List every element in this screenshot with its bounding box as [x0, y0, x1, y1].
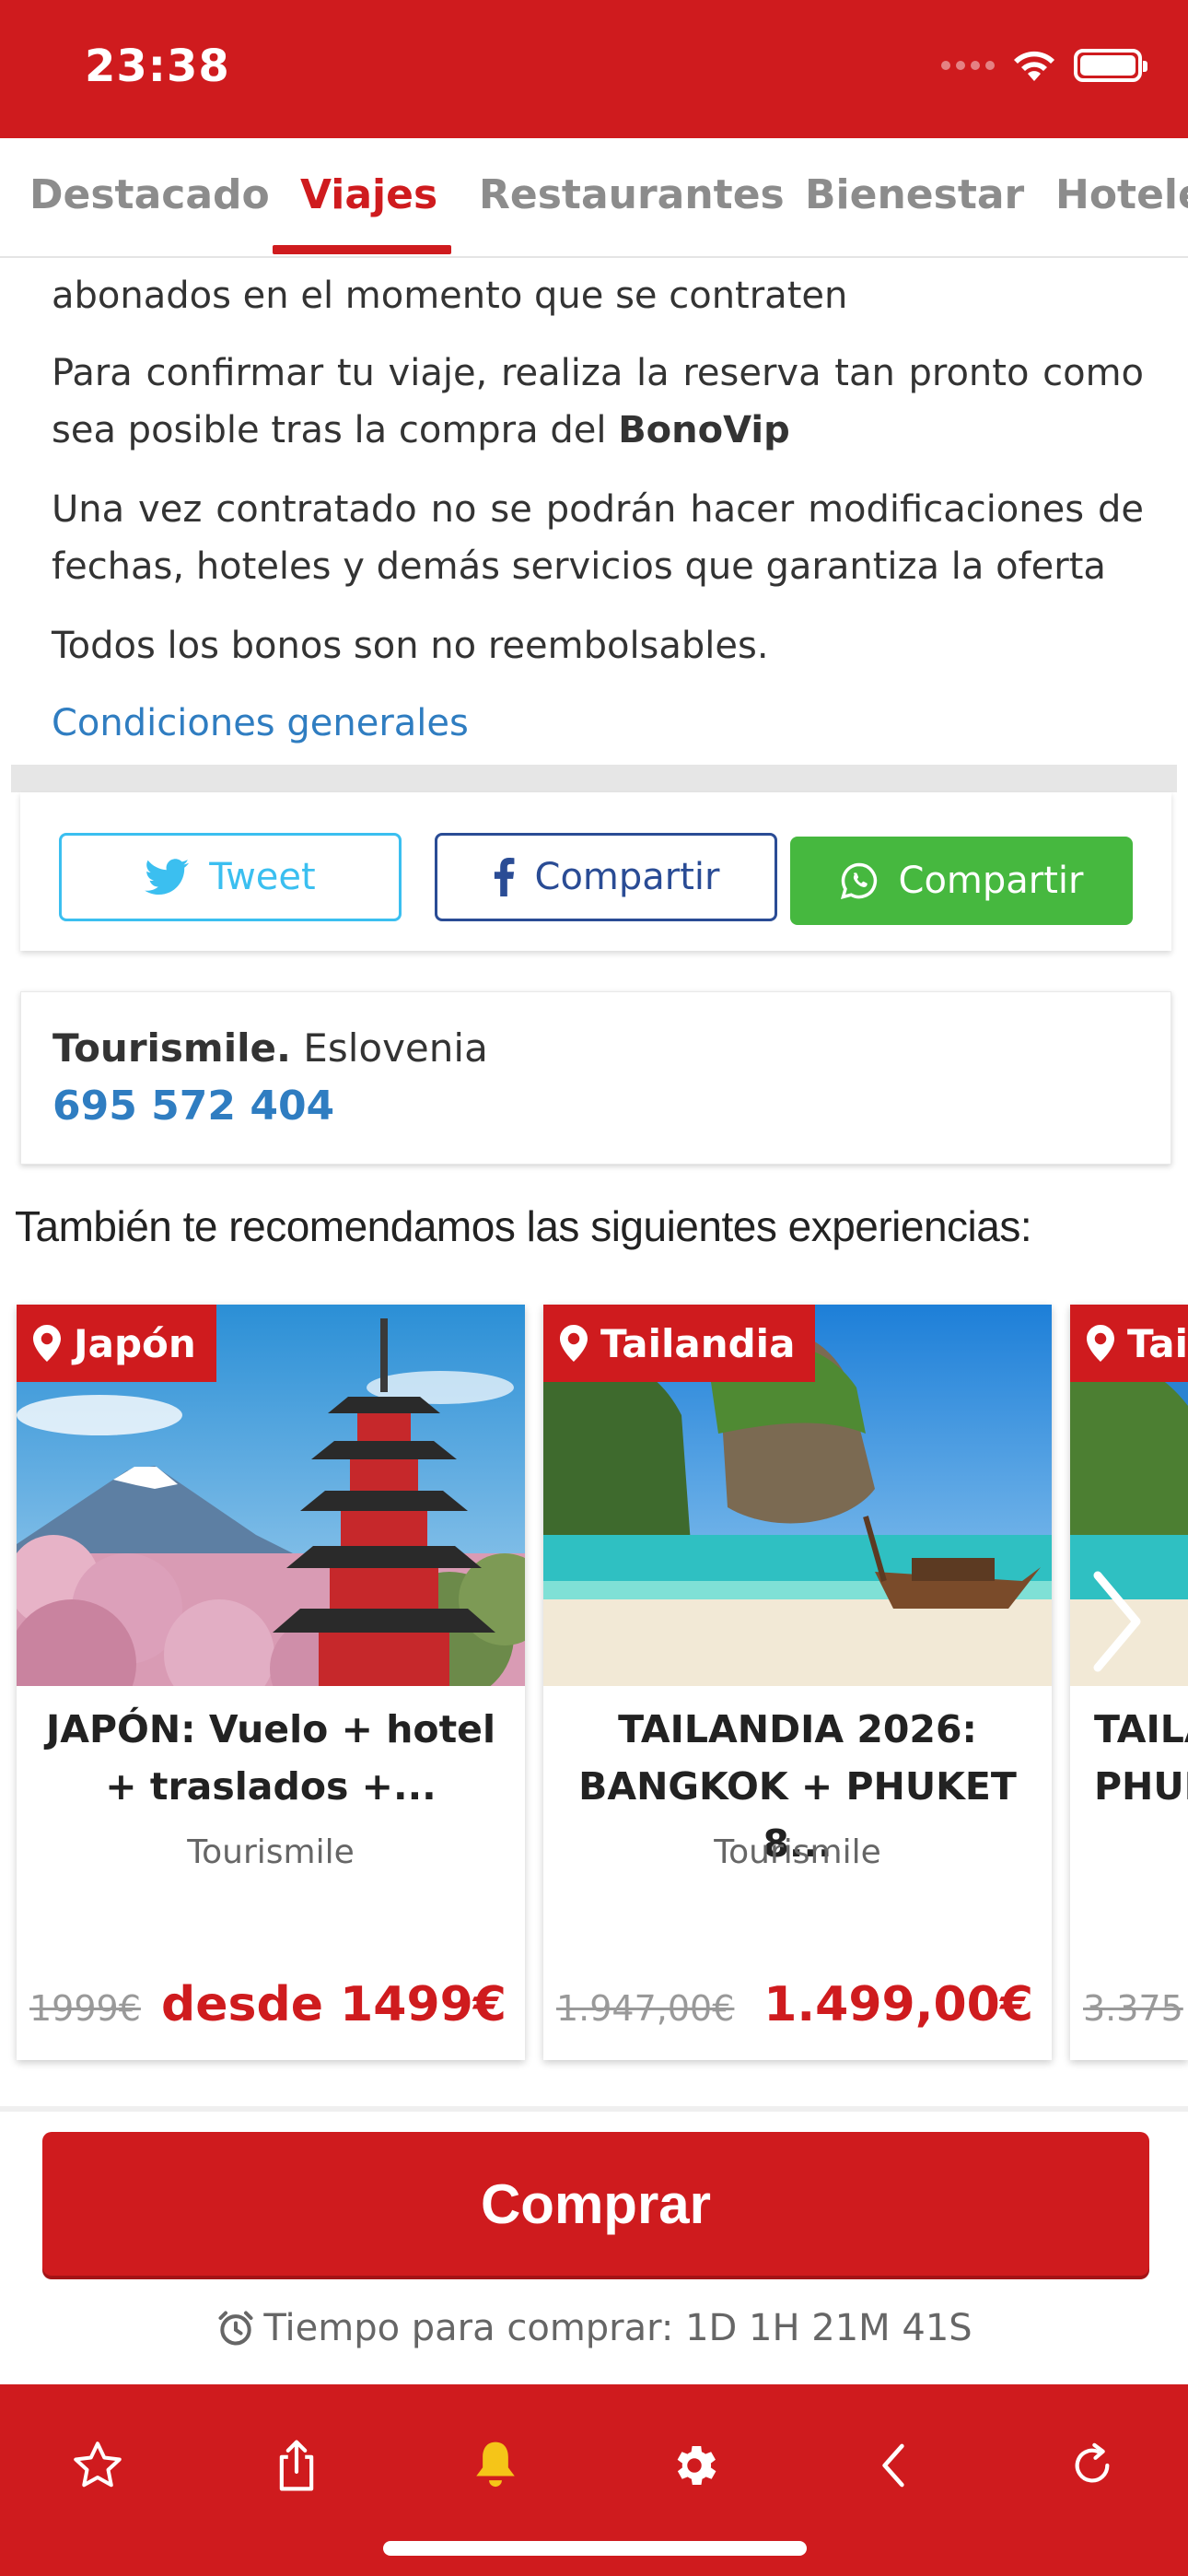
share-button[interactable]: [263, 2432, 330, 2499]
tab-bienestar[interactable]: Bienestar: [805, 171, 1024, 218]
recommendation-card[interactable]: Tailandia TAILANDIA 2026: PHUKET 3.375: [1070, 1305, 1188, 2060]
whatsapp-icon: [840, 862, 877, 899]
recommendations-heading: También te recomendamos las siguientes e…: [15, 1202, 1032, 1250]
notifications-button[interactable]: [462, 2432, 529, 2499]
status-time: 23:38: [85, 41, 230, 92]
wifi-icon: [1014, 51, 1054, 81]
refresh-button[interactable]: [1059, 2432, 1125, 2499]
timer-text: Tiempo para comprar: 1D 1H 21M 41S: [263, 2307, 973, 2349]
facebook-share-label: Compartir: [534, 856, 720, 898]
whatsapp-share-button[interactable]: Compartir: [790, 837, 1133, 925]
card-old-price: 3.375: [1083, 1988, 1183, 2029]
offer-conditions: abonados en el momento que se contraten …: [20, 258, 1170, 761]
alarm-clock-icon: [218, 2311, 253, 2346]
section-divider: [11, 765, 1177, 792]
company-info: Tourismile. Eslovenia 695 572 404: [20, 991, 1171, 1165]
settings-button[interactable]: [661, 2432, 728, 2499]
status-bar: 23:38: [0, 0, 1188, 138]
card-old-price: 1.947,00€: [556, 1988, 735, 2029]
conditions-text-4: Todos los bonos son no reembolsables.: [52, 625, 769, 667]
recommendation-card[interactable]: Tailandia TAILANDIA 2026: BANGKOK + PHUK…: [543, 1305, 1052, 2060]
bonovip-label: BonoVip: [618, 409, 790, 451]
home-indicator[interactable]: [383, 2541, 807, 2556]
card-provider: Tourismile: [714, 1833, 881, 1871]
company-name-line: Tourismile. Eslovenia: [52, 1025, 488, 1071]
twitter-icon: [145, 859, 190, 895]
card-title: TAILANDIA 2026: PHUKET: [1094, 1707, 1188, 1809]
signal-icon: [941, 61, 995, 70]
location-pin-icon: [560, 1325, 588, 1362]
card-price: 1.499,00€: [763, 1977, 1033, 2032]
gear-icon: [677, 2445, 716, 2486]
location-badge: Tailandia: [543, 1305, 816, 1382]
conditions-text-1: abonados en el momento que se contraten: [52, 275, 848, 317]
tweet-button[interactable]: Tweet: [59, 833, 402, 921]
location-pin-icon: [33, 1325, 61, 1362]
star-icon: [74, 2441, 122, 2488]
conditions-text-2: Para confirmar tu viaje, realiza la rese…: [52, 352, 1144, 451]
tab-destacado[interactable]: Destacado: [29, 171, 270, 218]
bell-icon: [476, 2441, 515, 2488]
facebook-icon: [494, 858, 514, 896]
company-phone-link[interactable]: 695 572 404: [52, 1083, 334, 1130]
share-section: Tweet Compartir Compartir: [20, 792, 1171, 951]
active-tab-indicator: [273, 245, 451, 254]
card-title: JAPÓN: Vuelo + hotel + traslados +...: [45, 1707, 496, 1809]
conditions-text-3: Una vez contratado no se podrán hacer mo…: [52, 488, 1144, 588]
battery-icon: [1074, 49, 1147, 82]
status-icons: [941, 48, 1147, 83]
company-name: Tourismile.: [52, 1025, 291, 1071]
favorite-button[interactable]: [64, 2432, 131, 2499]
location-badge: Japón: [17, 1305, 216, 1382]
back-icon: [882, 2443, 904, 2488]
refresh-icon: [1075, 2442, 1110, 2483]
category-tabs: Destacado Viajes Restaurantes Bienestar …: [0, 138, 1188, 258]
tweet-label: Tweet: [209, 856, 316, 898]
share-icon: [279, 2440, 314, 2491]
card-provider: Tourismile: [187, 1833, 355, 1871]
location-badge: Tailandia: [1070, 1305, 1188, 1382]
tab-hoteles[interactable]: Hoteles: [1055, 171, 1188, 218]
card-old-price: 1999€: [29, 1988, 141, 2029]
buy-button[interactable]: Comprar: [42, 2132, 1149, 2276]
recommendation-card[interactable]: Japón JAPÓN: Vuelo + hotel + traslados +…: [17, 1305, 525, 2060]
whatsapp-share-label: Compartir: [898, 860, 1084, 902]
location-pin-icon: [1087, 1325, 1114, 1362]
carousel-next-icon[interactable]: [1079, 1566, 1153, 1677]
purchase-timer: Tiempo para comprar: 1D 1H 21M 41S: [0, 2307, 1188, 2349]
company-location: Eslovenia: [303, 1025, 488, 1071]
card-price: desde 1499€: [161, 1977, 507, 2032]
tab-viajes[interactable]: Viajes: [300, 171, 437, 218]
general-conditions-link[interactable]: Condiciones generales: [52, 695, 1144, 752]
tab-restaurantes[interactable]: Restaurantes: [479, 171, 785, 218]
facebook-share-button[interactable]: Compartir: [435, 833, 777, 921]
back-button[interactable]: [860, 2432, 926, 2499]
buy-area: Comprar Tiempo para comprar: 1D 1H 21M 4…: [0, 2112, 1188, 2384]
